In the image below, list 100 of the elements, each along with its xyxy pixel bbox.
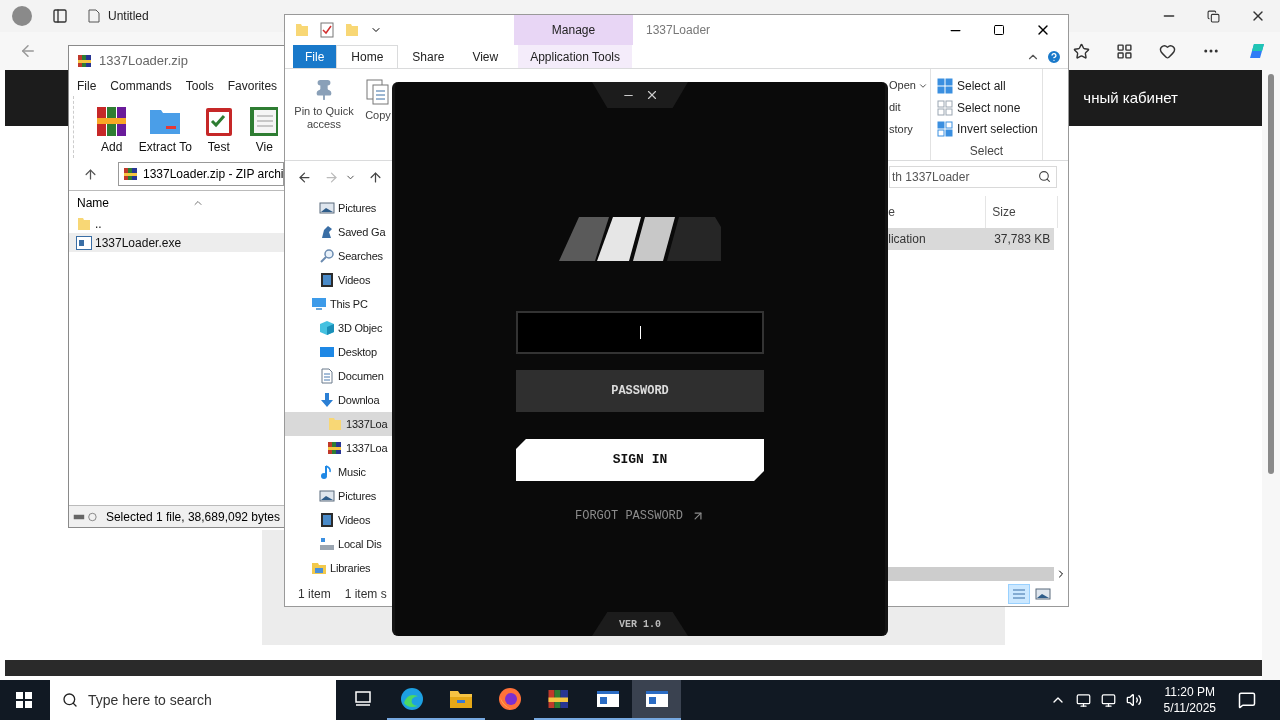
nav-tree-item[interactable]: Libraries (285, 556, 392, 580)
ribbon-button[interactable]: story (889, 121, 930, 138)
help-icon[interactable] (1046, 48, 1062, 65)
ribbon-button[interactable]: Invert selection (937, 118, 1042, 140)
menu-item[interactable]: Commands (110, 77, 172, 95)
nav-tree-item[interactable]: This PC (285, 292, 392, 316)
context-tab-header: Manage (514, 15, 633, 45)
search-icon (62, 692, 78, 708)
nav-tree-item[interactable]: Saved Ga (285, 220, 392, 244)
menu-item[interactable]: Tools (185, 77, 214, 95)
window-icon (595, 690, 620, 708)
password-field[interactable]: PASSWORD (516, 370, 764, 412)
nav-tree-item[interactable]: Pictures (285, 196, 392, 220)
nav-tree-item[interactable]: Pictures (285, 484, 392, 508)
film-icon (319, 272, 335, 288)
ribbon-tab[interactable]: Home (336, 45, 399, 68)
menu-item[interactable]: File (77, 77, 97, 95)
username-field[interactable] (516, 311, 764, 354)
folder-icon (448, 688, 473, 710)
avatar[interactable] (12, 6, 32, 26)
back-icon[interactable] (297, 169, 312, 185)
column-header[interactable]: Name (69, 190, 284, 214)
toolbar-button[interactable]: Test (199, 104, 239, 156)
ribbon-tab[interactable]: View (458, 45, 513, 68)
sign-in-button[interactable]: SIGN IN (516, 439, 764, 481)
toolbar-button[interactable]: Add (92, 104, 132, 156)
tab-actions-icon[interactable] (52, 8, 68, 24)
path-field[interactable]: 1337Loader.zip - ZIP archi (118, 162, 284, 186)
up-icon[interactable] (368, 169, 383, 185)
search-icon (1038, 170, 1051, 183)
download-icon (319, 392, 335, 408)
documents-icon (366, 79, 390, 105)
film-icon (319, 512, 335, 528)
books-icon (77, 53, 93, 69)
document-icon (319, 368, 335, 384)
books-icon (546, 687, 571, 711)
nav-tree-item[interactable]: 3D Objec (285, 316, 392, 340)
fox-globe-icon (497, 687, 522, 711)
collections-icon[interactable] (1116, 42, 1133, 60)
file-row[interactable]: .. (69, 214, 284, 233)
properties-icon[interactable] (320, 22, 334, 38)
banner-text: чный кабинет (1083, 87, 1178, 108)
cube-icon (319, 320, 335, 336)
forgot-password-link[interactable]: FORGOT PASSWORD (575, 507, 705, 525)
horizontal-scrollbar[interactable] (888, 567, 1055, 581)
archive-icon (123, 166, 139, 182)
image-icon (319, 200, 335, 216)
grid-icon (937, 99, 953, 116)
status-text: 1 item (298, 586, 331, 603)
nav-tree-item[interactable]: Downloa (285, 388, 392, 412)
ribbon-button[interactable]: Pin to Quick access (291, 79, 357, 160)
nav-tree-item[interactable]: Videos (285, 268, 392, 292)
toolbar-button[interactable]: Extract To (137, 104, 194, 156)
books-icon (94, 104, 129, 138)
ribbon-tab[interactable]: File (293, 45, 337, 68)
notifications-icon[interactable] (1238, 691, 1256, 709)
folder-icon (76, 215, 92, 232)
nav-tree-item[interactable]: Desktop (285, 340, 392, 364)
heart-icon[interactable] (1159, 42, 1176, 60)
browser-tab[interactable]: Untitled (80, 3, 280, 29)
ribbon-button[interactable]: Select none (937, 96, 1042, 119)
search-field[interactable]: Type here to search (50, 680, 336, 720)
grid-icon (937, 121, 953, 138)
restore-icon[interactable] (1207, 9, 1220, 23)
ribbon-button[interactable]: Open (889, 77, 930, 94)
nav-tree-item[interactable]: 1337Loa (285, 436, 392, 460)
ribbon-tab[interactable]: Application Tools (518, 45, 633, 68)
archive-icon (327, 440, 343, 456)
clock-date: 5/11/2025 (1163, 700, 1216, 716)
ribbon-tab[interactable]: Share (398, 45, 459, 68)
task-view-icon (353, 690, 372, 708)
wave-logo-icon (399, 687, 424, 711)
nav-tree-item[interactable]: Music (285, 460, 392, 484)
ribbon-button[interactable]: Copy (363, 79, 393, 160)
monitor-icon (311, 296, 327, 312)
taskbar-app[interactable] (632, 680, 681, 720)
network-icon[interactable] (1100, 692, 1116, 708)
nav-tree-item[interactable]: Searches (285, 244, 392, 268)
ribbon-button[interactable]: dit (889, 99, 930, 116)
list-icon (1012, 588, 1026, 600)
up-icon[interactable] (83, 166, 98, 182)
file-row[interactable]: 1337Loader.exe (69, 233, 284, 252)
file-row[interactable]: lication 37,783 KB (888, 228, 1055, 250)
nav-tree-item[interactable]: 1337Loa (285, 412, 392, 436)
nav-tree-item[interactable]: Local Dis (285, 532, 392, 556)
ribbon-button[interactable]: Select all (937, 75, 1042, 97)
drive-icon (73, 510, 100, 523)
scrollbar[interactable] (1262, 70, 1280, 680)
clock[interactable]: 11:20 PM 5/11/2025 (1151, 684, 1228, 716)
image-icon (1035, 586, 1051, 602)
maximize-icon[interactable] (993, 24, 1005, 36)
image-icon (319, 488, 335, 504)
nav-tree-item[interactable]: Documen (285, 364, 392, 388)
favorites-icon[interactable] (1073, 42, 1090, 60)
nav-tree-item[interactable]: Videos (285, 508, 392, 532)
window-icon (644, 690, 669, 708)
search-field[interactable]: th 1337Loader (889, 166, 1057, 188)
menu-item[interactable]: Favorites (227, 77, 278, 95)
toolbar-button[interactable]: Vie (244, 104, 284, 156)
volume-icon[interactable] (1125, 692, 1142, 708)
